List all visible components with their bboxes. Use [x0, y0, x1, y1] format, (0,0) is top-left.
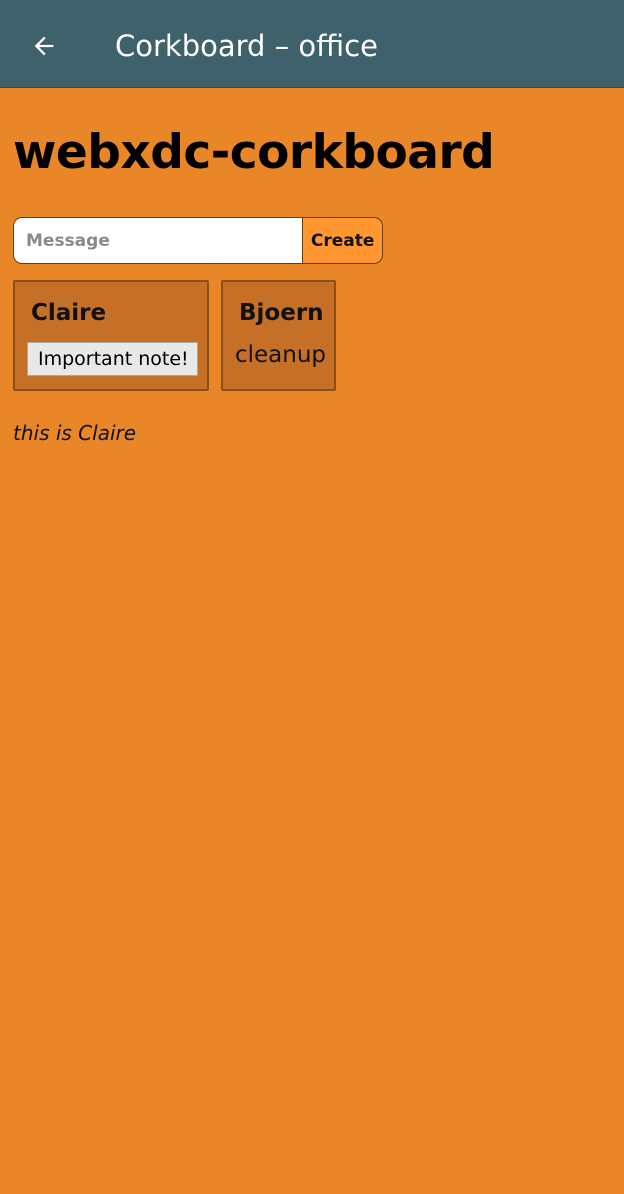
app-bar: Corkboard – office: [0, 0, 624, 88]
note-cards: Claire Bjoern cleanup: [13, 280, 336, 391]
app-bar-title: Corkboard – office: [115, 29, 378, 63]
note-author: Bjoern: [239, 300, 324, 326]
create-button[interactable]: Create: [302, 217, 383, 264]
note-author: Claire: [31, 300, 107, 326]
create-note-form: Create: [13, 217, 383, 264]
note-card-claire[interactable]: Claire: [13, 280, 209, 391]
note-card-bjoern[interactable]: Bjoern cleanup: [221, 280, 336, 391]
note-edit-input[interactable]: [27, 342, 198, 376]
note-text: cleanup: [235, 342, 327, 368]
current-user-status: this is Claire: [13, 421, 137, 445]
arrow-left-icon: [34, 36, 54, 56]
page-title: webxdc-corkboard: [13, 125, 495, 180]
back-button[interactable]: [22, 24, 66, 68]
message-input[interactable]: [13, 217, 303, 264]
